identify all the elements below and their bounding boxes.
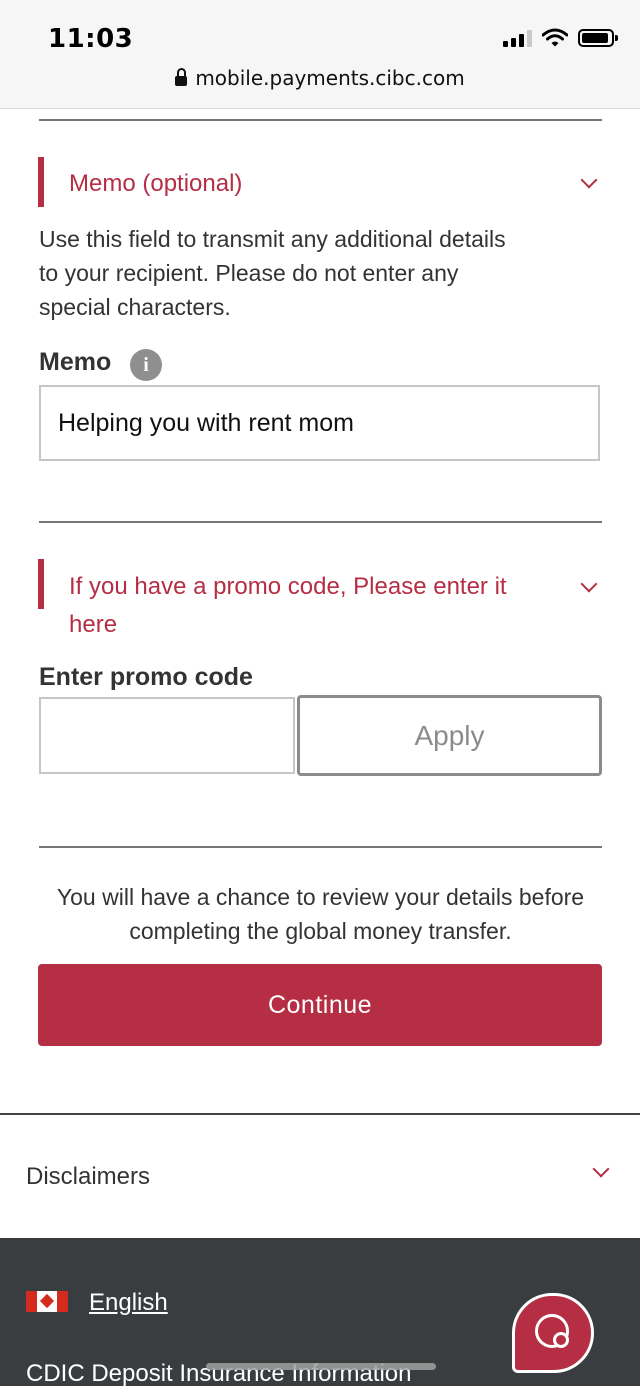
chevron-down-icon[interactable] xyxy=(580,575,598,593)
info-icon[interactable]: i xyxy=(130,349,162,381)
lock-icon xyxy=(175,68,188,86)
review-note: You will have a chance to review your de… xyxy=(56,884,585,944)
promo-code-input[interactable] xyxy=(39,697,295,774)
divider xyxy=(39,846,602,848)
divider xyxy=(39,521,602,523)
canada-flag-icon xyxy=(26,1291,68,1312)
footer-divider xyxy=(0,1113,640,1115)
status-time: 11:03 xyxy=(48,24,134,54)
address-bar[interactable]: mobile.payments.cibc.com xyxy=(0,66,640,90)
section-marker xyxy=(38,157,44,207)
promo-label: Enter promo code xyxy=(39,663,253,691)
chat-button[interactable] xyxy=(512,1293,594,1373)
wifi-icon xyxy=(542,28,568,47)
memo-label: Memo xyxy=(39,348,112,376)
chat-icon xyxy=(535,1314,569,1348)
chevron-down-icon[interactable] xyxy=(580,171,598,189)
browser-status-bar: 11:03 mobile.payments.cibc.com xyxy=(0,0,640,109)
battery-icon xyxy=(578,29,618,47)
section-marker xyxy=(38,559,44,609)
signal-icon xyxy=(503,29,532,47)
url-text: mobile.payments.cibc.com xyxy=(195,66,465,90)
memo-input[interactable] xyxy=(39,385,600,461)
language-link[interactable]: English xyxy=(89,1289,168,1317)
memo-description: Use this field to transmit any additiona… xyxy=(39,226,506,320)
memo-section-title[interactable]: Memo (optional) xyxy=(69,165,242,203)
chevron-down-icon[interactable] xyxy=(592,1160,610,1178)
promo-section-title[interactable]: If you have a promo code, Please enter i… xyxy=(69,568,549,644)
system-icons xyxy=(503,28,618,48)
continue-button[interactable]: Continue xyxy=(38,964,602,1046)
disclaimers-toggle[interactable]: Disclaimers xyxy=(26,1163,150,1191)
home-indicator xyxy=(206,1363,436,1370)
apply-button[interactable]: Apply xyxy=(297,695,602,776)
divider xyxy=(39,119,602,121)
